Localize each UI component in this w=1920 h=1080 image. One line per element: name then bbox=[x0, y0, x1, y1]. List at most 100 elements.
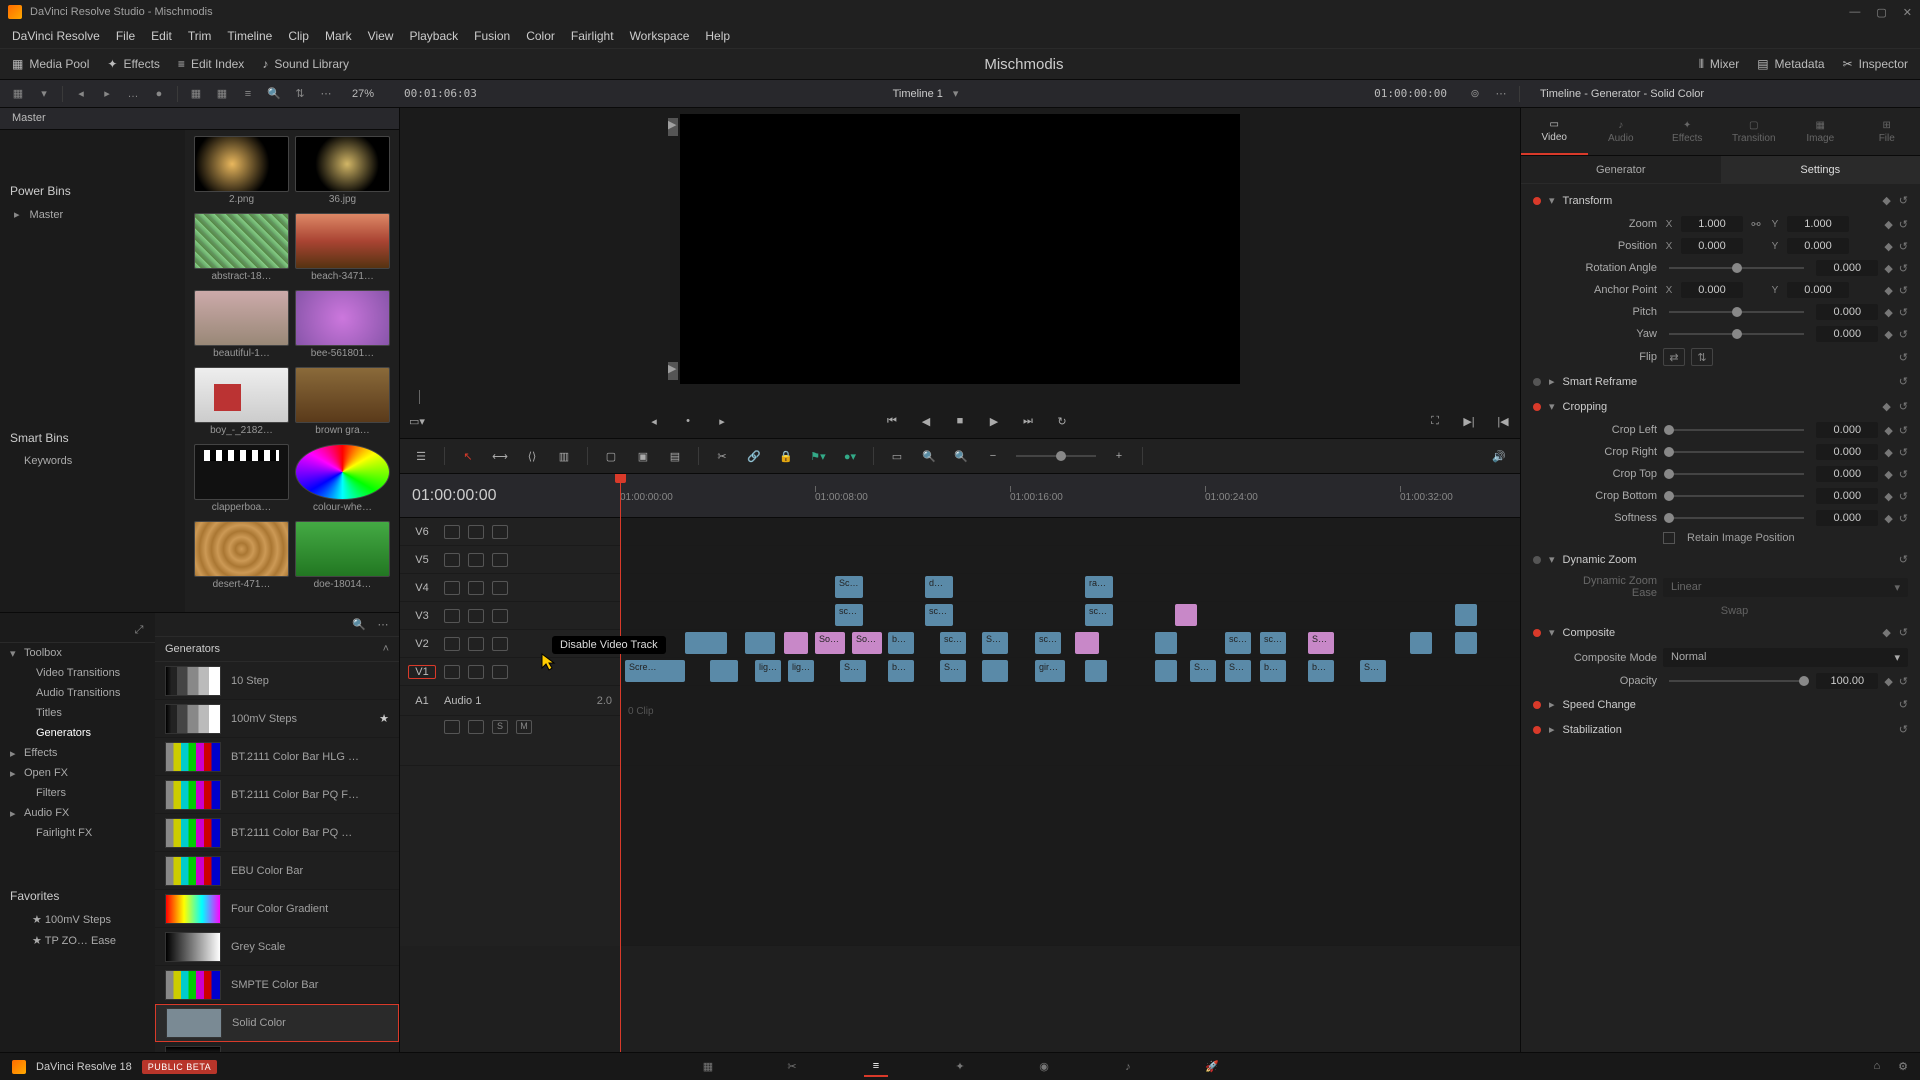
bypass-icon[interactable]: ⊚ bbox=[1467, 86, 1483, 102]
power-bin-master[interactable]: Master bbox=[0, 204, 185, 225]
page-edit[interactable]: ≡ bbox=[864, 1057, 888, 1077]
inspector-tab-transition[interactable]: ▢Transition bbox=[1721, 108, 1788, 155]
clip[interactable]: Scre… bbox=[625, 660, 685, 682]
clip[interactable]: S… bbox=[982, 632, 1008, 654]
lock-icon[interactable] bbox=[444, 637, 460, 651]
fx-expand-icon[interactable]: ⤢ bbox=[131, 623, 147, 639]
generator-item[interactable]: Solid Color bbox=[155, 1004, 399, 1042]
selection-tool[interactable]: ↖ bbox=[459, 447, 477, 465]
reset-icon[interactable]: ↺ bbox=[1899, 468, 1908, 481]
track-lane[interactable]: Sc…d…ra… bbox=[620, 574, 1520, 602]
generator-item[interactable]: Four Color Gradient bbox=[155, 890, 399, 928]
generator-item[interactable]: BT.2111 Color Bar PQ … bbox=[155, 814, 399, 852]
clip[interactable]: sc… bbox=[835, 604, 863, 626]
zoom-tool[interactable]: 🔍 bbox=[920, 447, 938, 465]
lock-tool[interactable]: 🔒 bbox=[777, 447, 795, 465]
fx-tree-item[interactable]: Effects bbox=[0, 743, 155, 763]
clip[interactable]: b… bbox=[1260, 660, 1286, 682]
timeline-ruler[interactable]: 01:00:00:0001:00:08:0001:00:16:0001:00:2… bbox=[620, 474, 1520, 517]
dynamic-trim-tool[interactable]: ⟨⟩ bbox=[523, 447, 541, 465]
next-edit-icon[interactable]: ▸ bbox=[713, 412, 731, 430]
media-thumbnail[interactable]: desert-471… bbox=[194, 521, 289, 590]
disable-track-icon[interactable] bbox=[492, 609, 508, 623]
reset-icon[interactable]: ↺ bbox=[1899, 512, 1908, 525]
media-thumbnail[interactable]: boy_-_2182… bbox=[194, 367, 289, 436]
clip[interactable]: S… bbox=[1225, 660, 1251, 682]
anchor-y-input[interactable]: 0.000 bbox=[1787, 282, 1849, 298]
zoom-percent[interactable]: 27% bbox=[352, 88, 374, 100]
yaw-input[interactable]: 0.000 bbox=[1816, 326, 1878, 342]
track-label[interactable]: V5 bbox=[408, 554, 436, 566]
clip[interactable]: So… bbox=[852, 632, 882, 654]
zoom-out-button[interactable]: − bbox=[984, 447, 1002, 465]
menu-trim[interactable]: Trim bbox=[188, 29, 212, 43]
reset-icon[interactable]: ↺ bbox=[1899, 626, 1908, 639]
sort-icon[interactable]: ⇅ bbox=[292, 86, 308, 102]
yaw-slider[interactable] bbox=[1669, 333, 1804, 335]
video-track-header[interactable]: V3 bbox=[400, 602, 620, 630]
media-pool-toggle[interactable]: ▦Media Pool bbox=[12, 57, 89, 71]
power-bins-header[interactable]: Power Bins bbox=[0, 178, 185, 204]
media-thumbnail[interactable]: brown gra… bbox=[295, 367, 390, 436]
smart-bins-header[interactable]: Smart Bins bbox=[0, 425, 185, 451]
track-label[interactable]: V4 bbox=[408, 582, 436, 594]
video-track-header[interactable]: V1 bbox=[400, 658, 620, 686]
auto-select-icon[interactable] bbox=[468, 609, 484, 623]
softness-input[interactable]: 0.000 bbox=[1816, 510, 1878, 526]
keyframe-icon[interactable]: ◆ bbox=[1882, 194, 1890, 207]
crop-left-slider[interactable] bbox=[1669, 429, 1804, 431]
clip[interactable]: Sc… bbox=[835, 576, 863, 598]
menu-view[interactable]: View bbox=[368, 29, 394, 43]
pos-x-input[interactable]: 0.000 bbox=[1681, 238, 1743, 254]
favorite-item[interactable]: ★ TP ZO… Ease bbox=[0, 930, 155, 951]
clip[interactable] bbox=[710, 660, 738, 682]
menu-fusion[interactable]: Fusion bbox=[474, 29, 510, 43]
crop-right-slider[interactable] bbox=[1669, 451, 1804, 453]
smart-bin-keywords[interactable]: Keywords bbox=[0, 451, 185, 471]
home-icon[interactable]: ⌂ bbox=[1873, 1060, 1880, 1073]
retain-checkbox[interactable] bbox=[1663, 532, 1675, 544]
viewer-in-handle[interactable]: ▶ bbox=[668, 118, 678, 136]
media-thumbnail[interactable]: doe-18014… bbox=[295, 521, 390, 590]
menu-file[interactable]: File bbox=[116, 29, 135, 43]
keyframe-icon[interactable]: ◆ bbox=[1884, 446, 1892, 459]
thumb-view-icon[interactable]: ▦ bbox=[188, 86, 204, 102]
media-thumbnail[interactable]: 36.jpg bbox=[295, 136, 390, 205]
clip[interactable] bbox=[982, 660, 1008, 682]
clip[interactable] bbox=[1455, 632, 1477, 654]
fx-tree-item[interactable]: Fairlight FX bbox=[0, 823, 155, 843]
inspector-tab-effects[interactable]: ✦Effects bbox=[1654, 108, 1721, 155]
record-icon[interactable] bbox=[468, 720, 484, 734]
pitch-slider[interactable] bbox=[1669, 311, 1804, 313]
collapse-icon[interactable]: ˄ bbox=[383, 643, 389, 655]
reset-icon[interactable]: ↺ bbox=[1899, 446, 1908, 459]
fx-tree-item[interactable]: Filters bbox=[0, 783, 155, 803]
insert-tool[interactable]: ▢ bbox=[602, 447, 620, 465]
solo-button[interactable]: S bbox=[492, 720, 508, 734]
menu-playback[interactable]: Playback bbox=[409, 29, 458, 43]
keyframe-icon[interactable]: ◆ bbox=[1884, 240, 1892, 253]
search-icon[interactable]: 🔍 bbox=[266, 86, 282, 102]
clip[interactable]: b… bbox=[888, 660, 914, 682]
reset-icon[interactable]: ↺ bbox=[1899, 240, 1908, 253]
disable-track-icon[interactable] bbox=[492, 581, 508, 595]
dynamic-zoom-header[interactable]: ▾Dynamic Zoom↺ bbox=[1521, 547, 1920, 572]
clip[interactable]: S… bbox=[940, 660, 966, 682]
fx-search-icon[interactable]: 🔍 bbox=[351, 617, 367, 633]
nav-left-icon[interactable]: ◂ bbox=[73, 86, 89, 102]
clip[interactable] bbox=[1085, 660, 1107, 682]
keyframe-icon[interactable]: ◆ bbox=[1884, 262, 1892, 275]
softness-slider[interactable] bbox=[1669, 517, 1804, 519]
crop-top-input[interactable]: 0.000 bbox=[1816, 466, 1878, 482]
keyframe-icon[interactable]: ◆ bbox=[1884, 490, 1892, 503]
auto-select-icon[interactable] bbox=[468, 525, 484, 539]
subtab-generator[interactable]: Generator bbox=[1521, 156, 1721, 184]
subtab-settings[interactable]: Settings bbox=[1721, 156, 1920, 184]
metadata-toggle[interactable]: ▤Metadata bbox=[1757, 57, 1824, 71]
replace-tool[interactable]: ▤ bbox=[666, 447, 684, 465]
clip[interactable]: lig… bbox=[788, 660, 814, 682]
opacity-input[interactable]: 100.00 bbox=[1816, 673, 1878, 689]
master-breadcrumb[interactable]: Master bbox=[12, 112, 46, 124]
clip[interactable]: ra… bbox=[1085, 576, 1113, 598]
fx-tree-item[interactable]: Titles bbox=[0, 703, 155, 723]
